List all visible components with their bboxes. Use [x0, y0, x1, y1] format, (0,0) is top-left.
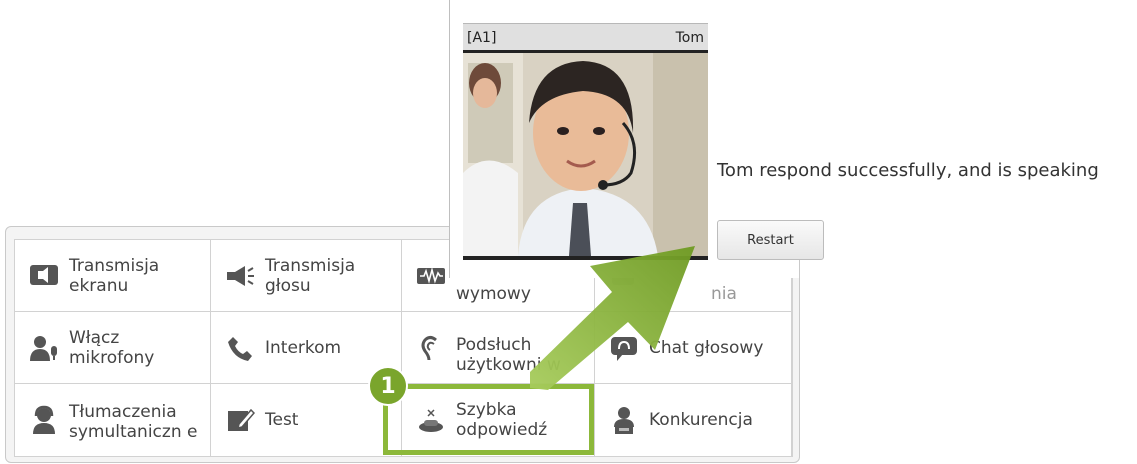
callout-arrow-icon: [530, 246, 695, 390]
step-badge: 1: [368, 366, 408, 406]
